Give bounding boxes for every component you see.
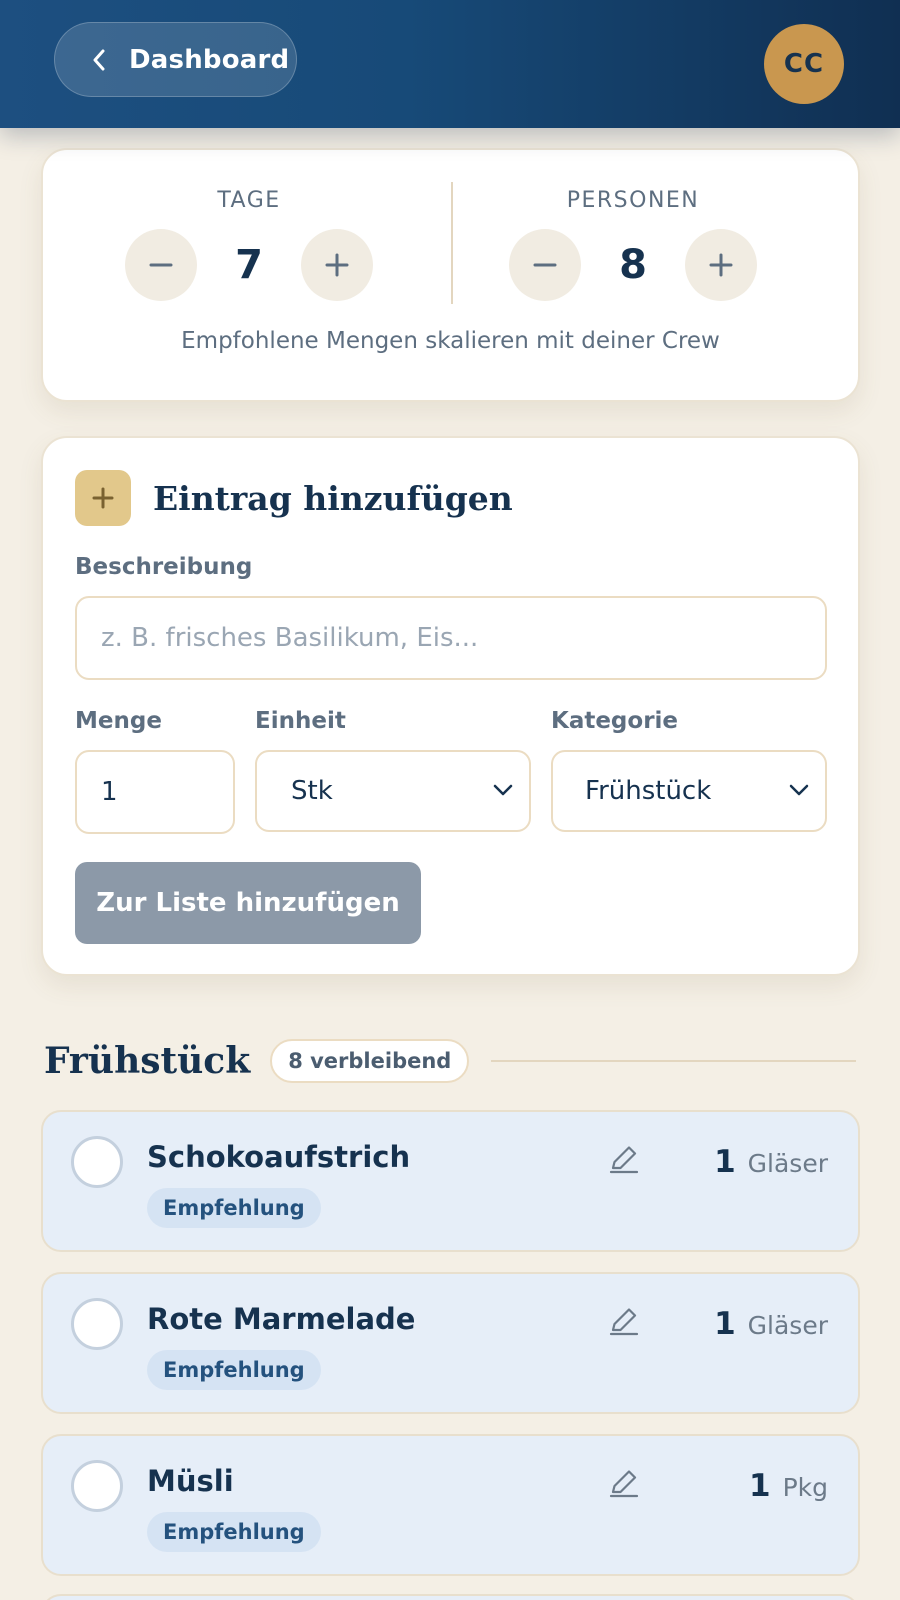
amount-label: Menge — [75, 708, 162, 734]
days-value: 7 — [235, 242, 263, 288]
pencil-icon[interactable] — [607, 1142, 641, 1176]
pencil-icon[interactable] — [607, 1466, 641, 1500]
description-input[interactable]: z. B. frisches Basilikum, Eis... — [75, 596, 827, 680]
plus-icon — [92, 487, 114, 509]
persons-increment-button[interactable] — [685, 229, 757, 301]
item-qty-value: 1 — [714, 1306, 736, 1342]
add-entry-badge — [75, 470, 131, 526]
back-button-label: Dashboard — [129, 44, 290, 75]
item-quantity: 1 Gläser — [714, 1144, 828, 1180]
section-header-breakfast: Frühstück 8 verbleibend — [44, 1036, 856, 1086]
minus-icon — [533, 263, 557, 267]
chevron-left-icon — [93, 49, 105, 70]
item-quantity: 1 Pkg — [749, 1468, 828, 1504]
back-to-dashboard-button[interactable]: Dashboard — [54, 22, 297, 97]
scaling-note: Empfohlene Mengen skalieren mit deiner C… — [181, 328, 720, 354]
unit-select-value: Stk — [291, 776, 333, 806]
item-qty-unit: Gläser — [747, 1149, 828, 1178]
chevron-down-icon — [493, 784, 513, 796]
item-tag: Empfehlung — [147, 1188, 321, 1228]
description-label: Beschreibung — [75, 554, 253, 580]
category-label: Kategorie — [551, 708, 679, 734]
list-item-partial[interactable] — [41, 1594, 860, 1600]
unit-select[interactable]: Stk — [255, 750, 531, 832]
item-qty-unit: Gläser — [747, 1311, 828, 1340]
item-quantity: 1 Gläser — [714, 1306, 828, 1342]
trip-counter-card: TAGE 7 PERSONEN 8 Empfohlene Mengen skal… — [41, 148, 860, 402]
item-name: Rote Marmelade — [147, 1302, 416, 1336]
days-increment-button[interactable] — [301, 229, 373, 301]
item-name: Müsli — [147, 1464, 234, 1498]
item-checkbox[interactable] — [71, 1460, 123, 1512]
section-title: Frühstück — [44, 1040, 251, 1082]
days-label: TAGE — [217, 188, 281, 213]
category-select[interactable]: Frühstück — [551, 750, 827, 832]
app-header: Dashboard CC — [0, 0, 900, 128]
plus-icon — [325, 253, 349, 277]
counter-divider — [451, 182, 453, 304]
list-item[interactable]: Rote Marmelade Empfehlung 1 Gläser — [41, 1272, 860, 1414]
amount-input[interactable]: 1 — [75, 750, 235, 834]
persons-counter: PERSONEN 8 — [483, 150, 783, 301]
minus-icon — [149, 263, 173, 267]
avatar[interactable]: CC — [764, 24, 844, 104]
days-counter: TAGE 7 — [99, 150, 399, 301]
item-checkbox[interactable] — [71, 1298, 123, 1350]
chevron-down-icon — [789, 784, 809, 796]
plus-icon — [709, 253, 733, 277]
add-entry-card: Eintrag hinzufügen Beschreibung z. B. fr… — [41, 436, 860, 976]
section-divider — [491, 1060, 856, 1062]
item-tag: Empfehlung — [147, 1512, 321, 1552]
category-select-value: Frühstück — [585, 776, 712, 806]
item-qty-value: 1 — [748, 1468, 771, 1504]
persons-decrement-button[interactable] — [509, 229, 581, 301]
persons-value: 8 — [619, 242, 647, 288]
list-item[interactable]: Schokoaufstrich Empfehlung 1 Gläser — [41, 1110, 860, 1252]
item-tag: Empfehlung — [147, 1350, 321, 1390]
remaining-badge: 8 verbleibend — [270, 1039, 470, 1083]
item-qty-unit: Pkg — [782, 1473, 828, 1502]
persons-label: PERSONEN — [566, 188, 700, 213]
add-to-list-button[interactable]: Zur Liste hinzufügen — [75, 862, 421, 944]
list-item[interactable]: Müsli Empfehlung 1 Pkg — [41, 1434, 860, 1576]
add-entry-title: Eintrag hinzufügen — [153, 478, 513, 518]
days-decrement-button[interactable] — [125, 229, 197, 301]
item-qty-value: 1 — [714, 1144, 736, 1180]
unit-label: Einheit — [255, 708, 346, 734]
pencil-icon[interactable] — [607, 1304, 641, 1338]
item-checkbox[interactable] — [71, 1136, 123, 1188]
item-name: Schokoaufstrich — [147, 1140, 411, 1174]
